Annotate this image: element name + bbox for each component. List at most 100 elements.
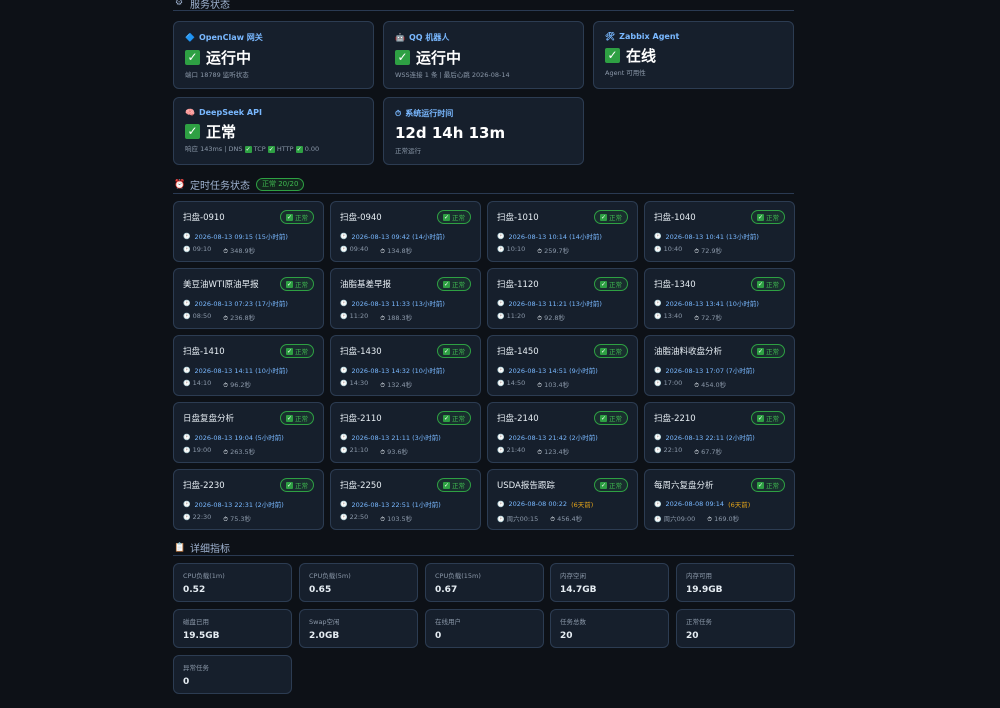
clock-icon: 🕐 [340,232,348,240]
task-schedule: 🕐 21:40 [497,446,525,457]
task-meta: 🕐 17:00 ⏱ 454.0秒 [654,379,785,390]
metric-value: 0 [435,631,442,641]
task-meta: 🕐 21:10 ⏱ 93.6秒 [340,446,471,457]
task-time: 2026-08-13 22:31 (2小时前) [194,501,284,509]
task-schedule: 🕐 10:40 [654,245,682,256]
section-title: 详细指标 [190,544,230,555]
stopwatch-icon: ⏱ [537,449,542,456]
task-meta: 🕐 22:30 ⏱ 75.3秒 [183,513,314,524]
task-duration-value: 92.8秒 [544,314,566,322]
task-schedule: 🕐 19:00 [183,446,211,457]
clock-icon: 🕐 [183,313,191,320]
clock-icon: 🕐 [497,447,505,454]
task-last-run: 🕐 2026-08-13 14:51 (9小时前) [497,365,628,376]
task-card: 油脂油料收盘分析 ✓ 正常 🕐 2026-08-13 17:07 (7小时前) … [644,335,795,396]
task-time: 2026-08-08 00:22 [508,500,568,508]
status-badge: ✓ 正常 [280,478,314,492]
task-name: 扫盘-1410 [183,347,225,357]
task-schedule: 🕐 周六00:15 [497,513,538,524]
task-card: 扫盘-1430 ✓ 正常 🕐 2026-08-13 14:32 (10小时前) … [330,335,481,396]
task-age-warning: (6天前) [728,501,751,509]
task-schedule: 🕐 21:10 [340,446,368,457]
task-last-run: 🕐 2026-08-13 21:11 (3小时前) [340,432,471,443]
task-schedule-value: 21:40 [506,446,526,454]
status-badge: ✓ 正常 [751,411,785,425]
task-card: 扫盘-1410 ✓ 正常 🕐 2026-08-13 14:11 (10小时前) … [173,335,324,396]
clock-icon: 🕐 [654,366,662,374]
task-time: 2026-08-13 10:41 (13小时前) [665,233,759,241]
clock-icon: 🕐 [497,500,505,508]
service-title: Zabbix Agent [619,32,680,41]
task-duration-value: 259.7秒 [544,247,570,255]
clock-icon: 🕐 [497,246,505,253]
task-time: 2026-08-13 21:11 (3小时前) [351,434,441,442]
check-icon: ✓ [443,280,450,288]
check-icon: ✓ [286,481,293,489]
status-badge: ✓ 正常 [594,411,628,425]
metric-value: 0.52 [183,585,206,595]
task-last-run: 🕐 2026-08-08 09:14 (6天前) [654,499,785,509]
metric-card: 正常任务 20 [676,609,795,648]
task-last-run: 🕐 2026-08-13 21:42 (2小时前) [497,432,628,443]
task-duration: ⏱ 75.3秒 [223,513,251,524]
task-card: 日盘复盘分析 ✓ 正常 🕐 2026-08-13 19:04 (5小时前) 🕐 … [173,402,324,463]
clock-icon: 🕐 [340,299,348,307]
check-icon: ✓ [757,213,764,221]
task-meta: 🕐 09:40 ⏱ 134.8秒 [340,245,471,256]
metric-value: 14.7GB [560,585,597,595]
check-icon: ✓ [757,414,764,422]
service-title: DeepSeek API [198,108,262,117]
task-duration-value: 132.4秒 [387,381,413,389]
metrics-header: 📋 详细指标 [173,540,794,556]
task-schedule: 🕐 22:50 [340,513,368,524]
metric-label: 任务总数 [560,618,586,626]
task-schedule-value: 08:50 [192,312,212,320]
status-badge-label: 正常 [609,281,622,289]
task-name: 扫盘-2110 [340,414,382,424]
task-meta: 🕐 10:10 ⏱ 259.7秒 [497,245,628,256]
alarm-clock-icon: ⏰ [174,179,186,190]
check-icon: ✓ [600,213,607,221]
task-schedule-value: 14:10 [192,379,212,387]
check-icon: ✓ [443,414,450,422]
task-duration-value: 236.8秒 [230,314,256,322]
tcp-label: TCP [253,145,266,153]
task-duration-value: 348.9秒 [230,247,256,255]
status-badge: ✓ 正常 [751,210,785,224]
metric-value: 19.9GB [686,585,723,595]
diamond-icon: 🔷 [185,33,195,42]
check-icon: ✓ [757,481,764,489]
task-meta: 🕐 11:20 ⏱ 188.3秒 [340,312,471,323]
status-badge: ✓ 正常 [437,478,471,492]
latency-text: 响应 143ms | DNS [185,145,243,153]
task-card: 扫盘-0940 ✓ 正常 🕐 2026-08-13 09:42 (14小时前) … [330,201,481,262]
task-schedule: 🕐 14:50 [497,379,525,390]
task-schedule-value: 19:00 [192,446,212,454]
task-schedule: 🕐 13:40 [654,312,682,323]
task-schedule: 🕐 09:40 [340,245,368,256]
check-icon: ✓ [267,145,275,153]
service-status: 正常 [206,122,237,141]
task-name: 扫盘-1340 [654,280,696,290]
task-schedule-value: 14:50 [506,379,526,387]
task-last-run: 🕐 2026-08-13 14:32 (10小时前) [340,365,471,376]
task-name: 油脂基差早报 [340,280,392,290]
service-sub: 正常运行 [395,147,421,155]
task-schedule: 🕐 09:10 [183,245,211,256]
clock-icon: 🕐 [497,516,505,523]
task-last-run: 🕐 2026-08-13 22:51 (1小时前) [340,499,471,510]
task-schedule-value: 13:40 [663,312,683,320]
task-card: 扫盘-2140 ✓ 正常 🕐 2026-08-13 21:42 (2小时前) 🕐… [487,402,638,463]
service-card-zabbix: 🛠 Zabbix Agent ✓ 在线 Agent 可用性 [593,21,794,89]
task-schedule-value: 10:40 [663,245,683,253]
task-schedule: 🕐 22:10 [654,446,682,457]
metric-card: 异常任务 0 [173,655,292,694]
task-schedule: 🕐 17:00 [654,379,682,390]
task-schedule: 🕐 22:30 [183,513,211,524]
metric-card: Swap空闲 2.0GB [299,609,418,648]
check-icon: ✓ [244,145,252,153]
task-duration-value: 72.7秒 [701,314,723,322]
clock-icon: 🕐 [340,514,348,521]
task-last-run: 🕐 2026-08-13 13:41 (10小时前) [654,298,785,309]
clock-icon: 🕐 [340,313,348,320]
